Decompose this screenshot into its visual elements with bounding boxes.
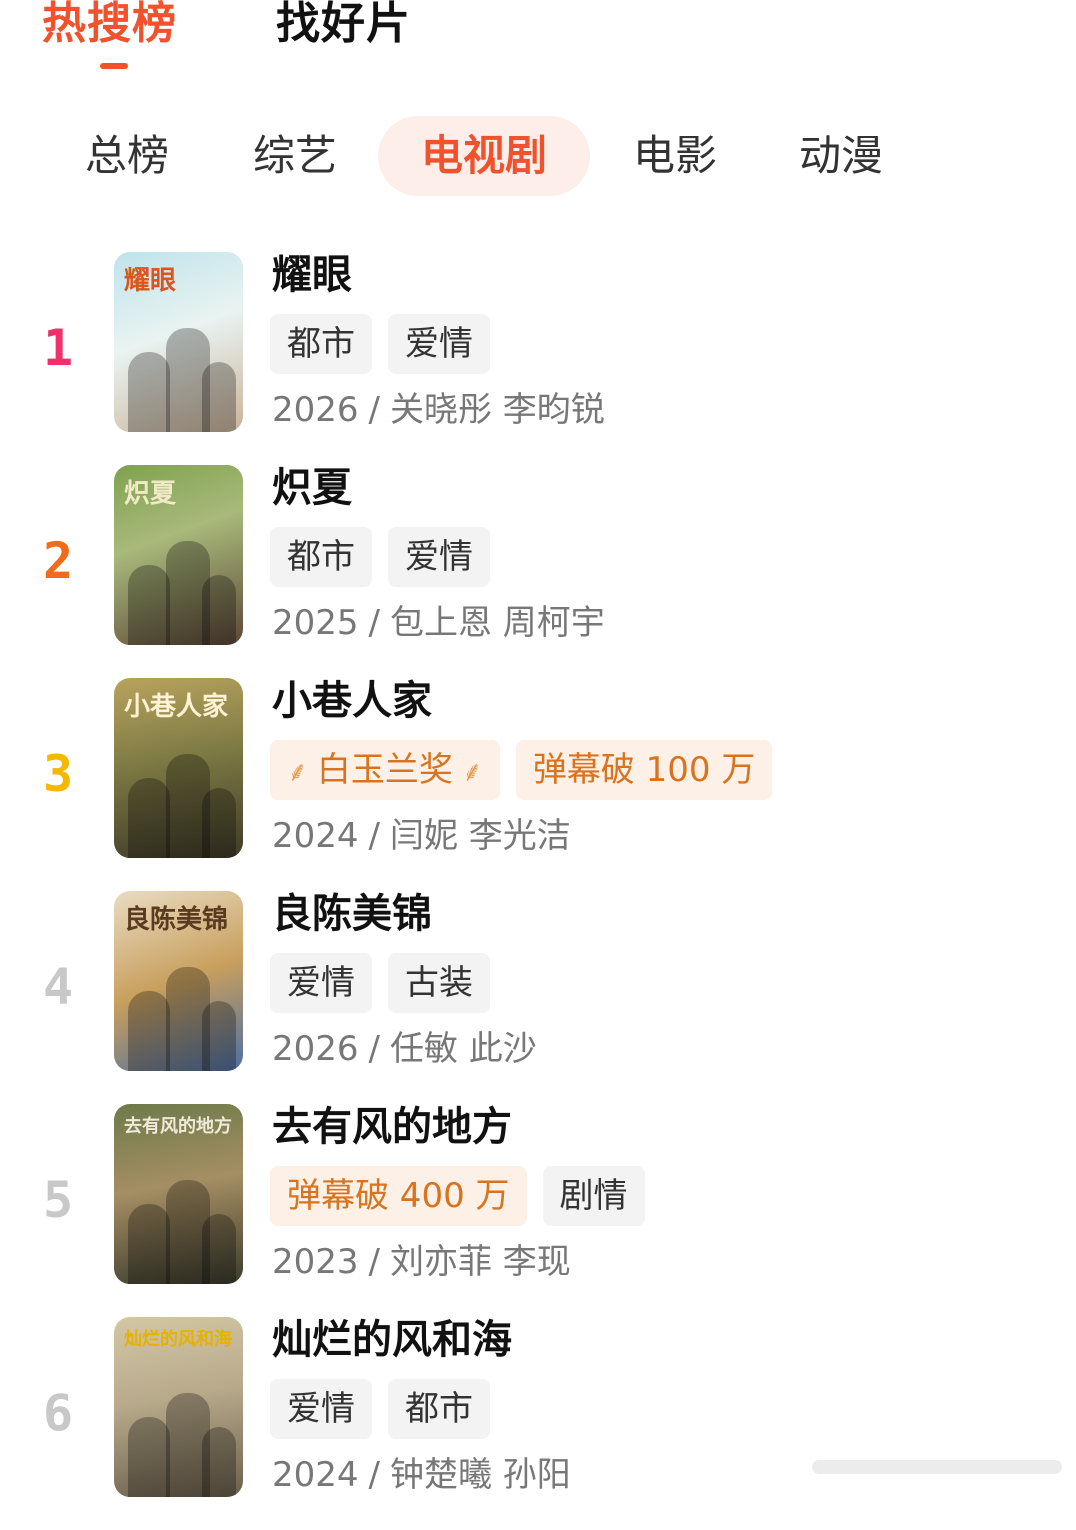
show-meta: 2026/关晓彤 李昀锐: [272, 388, 605, 432]
show-title[interactable]: 良陈美锦: [272, 889, 432, 939]
show-title[interactable]: 耀眼: [272, 250, 352, 300]
show-title[interactable]: 炽夏: [272, 463, 352, 513]
list-item[interactable]: 2 炽夏 炽夏都市 爱情 2025/包上恩 周柯宇: [0, 465, 1076, 678]
rank-number: 1: [42, 319, 74, 377]
show-title[interactable]: 灿烂的风和海: [272, 1315, 512, 1365]
laurel-right-icon: ⸙: [452, 755, 483, 788]
cast-names: 包上恩 周柯宇: [390, 603, 605, 643]
tag-group: 都市 爱情: [270, 527, 490, 587]
show-meta: 2024/闫妮 李光洁: [272, 814, 571, 858]
meta-separator: /: [368, 1029, 380, 1069]
poster-figure: [202, 1001, 236, 1071]
category-tab-overall[interactable]: 总榜: [72, 116, 182, 196]
poster-figure: [128, 778, 170, 858]
poster-figure: [128, 1417, 170, 1497]
poster-image[interactable]: 去有风的地方: [114, 1104, 243, 1284]
rank-number: 3: [42, 745, 74, 803]
list-item[interactable]: 6 灿烂的风和海 灿烂的风和海爱情 都市 2024/钟楚曦 孙阳: [0, 1317, 1076, 1530]
release-year: 2023: [272, 1242, 359, 1282]
poster-image[interactable]: 灿烂的风和海: [114, 1317, 243, 1497]
tag-group: 爱情 古装: [270, 953, 490, 1013]
tag-group: 弹幕破 400 万剧情: [270, 1166, 645, 1226]
poster-title-art: 耀眼: [124, 266, 177, 296]
award-tag[interactable]: ⸙ 白玉兰奖 ⸙: [270, 740, 500, 800]
genre-tag[interactable]: 爱情: [388, 314, 490, 374]
category-tab-variety[interactable]: 综艺: [240, 116, 350, 196]
poster-title-art: 炽夏: [124, 479, 177, 509]
release-year: 2024: [272, 1455, 359, 1495]
show-meta: 2026/任敏 此沙: [272, 1027, 537, 1071]
category-tab-anime[interactable]: 动漫: [786, 116, 896, 196]
genre-tag[interactable]: 都市: [388, 1379, 490, 1439]
poster-figure: [202, 788, 236, 858]
cast-names: 钟楚曦 孙阳: [390, 1455, 571, 1495]
rank-number: 4: [42, 958, 74, 1016]
show-meta: 2023/刘亦菲 李现: [272, 1240, 571, 1284]
cast-names: 任敏 此沙: [390, 1029, 537, 1069]
release-year: 2025: [272, 603, 359, 643]
genre-tag[interactable]: 都市: [270, 314, 372, 374]
list-item[interactable]: 1 耀眼 耀眼都市 爱情 2026/关晓彤 李昀锐: [0, 252, 1076, 465]
tag-group: 爱情 都市: [270, 1379, 490, 1439]
release-year: 2026: [272, 1029, 359, 1069]
genre-tag[interactable]: 爱情: [388, 527, 490, 587]
rank-number: 6: [42, 1384, 74, 1442]
show-meta: 2025/包上恩 周柯宇: [272, 601, 605, 645]
poster-figure: [202, 1427, 236, 1497]
top-tab-bar: 热搜榜 找好片: [0, 0, 1076, 80]
cast-names: 关晓彤 李昀锐: [390, 390, 605, 430]
poster-image[interactable]: 良陈美锦: [114, 891, 243, 1071]
laurel-left-icon: ⸙: [287, 755, 317, 788]
release-year: 2024: [272, 816, 359, 856]
meta-separator: /: [368, 603, 380, 643]
poster-title-art: 小巷人家: [124, 692, 229, 722]
genre-tag[interactable]: 古装: [388, 953, 490, 1013]
list-item[interactable]: 3 小巷人家 小巷人家 ⸙ 白玉兰奖 ⸙ 弹幕破 100 万 2024/闫妮 李光洁: [0, 678, 1076, 891]
watermark: [812, 1460, 1062, 1474]
poster-figure: [202, 1214, 236, 1284]
meta-separator: /: [368, 816, 380, 856]
cast-names: 闫妮 李光洁: [390, 816, 571, 856]
highlight-tag[interactable]: 弹幕破 100 万: [515, 740, 773, 800]
poster-title-art: 去有风的地方: [124, 1116, 232, 1137]
tag-group: 都市 爱情: [270, 314, 490, 374]
genre-tag[interactable]: 都市: [270, 527, 372, 587]
poster-figure: [202, 575, 236, 645]
rank-number: 2: [42, 532, 74, 590]
tag-group: ⸙ 白玉兰奖 ⸙ 弹幕破 100 万: [270, 740, 773, 800]
poster-image[interactable]: 炽夏: [114, 465, 243, 645]
category-tab-tv-series[interactable]: 电视剧: [378, 116, 590, 196]
show-title[interactable]: 小巷人家: [272, 676, 432, 726]
meta-separator: /: [368, 1242, 380, 1282]
category-tab-movie[interactable]: 电影: [620, 116, 730, 196]
poster-figure: [128, 1204, 170, 1284]
poster-figure: [202, 362, 236, 432]
genre-tag[interactable]: 爱情: [270, 1379, 372, 1439]
genre-tag[interactable]: 爱情: [270, 953, 372, 1013]
meta-separator: /: [368, 390, 380, 430]
show-title[interactable]: 去有风的地方: [272, 1102, 512, 1152]
active-tab-indicator: [100, 63, 128, 69]
show-meta: 2024/钟楚曦 孙阳: [272, 1453, 571, 1497]
poster-figure: [128, 565, 170, 645]
poster-title-art: 良陈美锦: [124, 905, 229, 935]
cast-names: 刘亦菲 李现: [390, 1242, 571, 1282]
rank-number: 5: [42, 1171, 74, 1229]
tag-label: 白玉兰奖: [316, 750, 453, 790]
list-item[interactable]: 5 去有风的地方 去有风的地方弹幕破 400 万剧情 2023/刘亦菲 李现: [0, 1104, 1076, 1317]
tab-find-good-shows[interactable]: 找好片: [276, 0, 411, 52]
meta-separator: /: [368, 1455, 380, 1495]
release-year: 2026: [272, 390, 359, 430]
poster-title-art: 灿烂的风和海: [124, 1329, 232, 1350]
list-item[interactable]: 4 良陈美锦 良陈美锦爱情 古装 2026/任敏 此沙: [0, 891, 1076, 1104]
tab-hot-search[interactable]: 热搜榜: [42, 0, 177, 52]
poster-figure: [128, 991, 170, 1071]
poster-image[interactable]: 耀眼: [114, 252, 243, 432]
highlight-tag[interactable]: 弹幕破 400 万: [270, 1166, 527, 1226]
genre-tag[interactable]: 剧情: [542, 1166, 645, 1226]
poster-figure: [128, 352, 170, 432]
poster-image[interactable]: 小巷人家: [114, 678, 243, 858]
